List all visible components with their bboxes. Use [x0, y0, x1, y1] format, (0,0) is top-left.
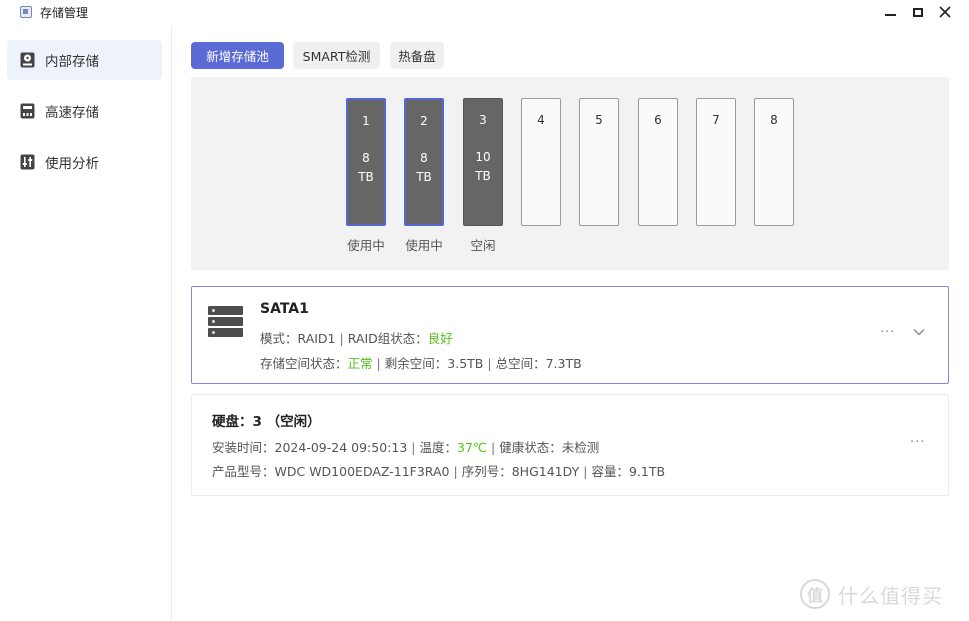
bay-capacity: 10: [475, 150, 491, 164]
pool-space-row: 存储空间状态：正常 | 剩余空间：3.5TB | 总空间：7.3TB: [260, 356, 582, 371]
bay-unit: TB: [475, 169, 491, 183]
bay-unit: TB: [416, 170, 432, 184]
drive-bay-8[interactable]: 8: [754, 98, 794, 226]
bay-capacity: 8: [420, 151, 428, 165]
health-label: 健康状态：: [499, 440, 562, 455]
watermark: 值 什么值得买: [800, 578, 943, 610]
bay-number: 4: [537, 113, 545, 127]
chevron-down-icon[interactable]: [912, 325, 926, 339]
bay-number: 2: [420, 114, 428, 128]
space-status-label: 存储空间状态：: [260, 356, 348, 371]
hot-spare-button[interactable]: 热备盘: [390, 42, 444, 69]
sidebar: 内部存储 高速存储 使用分析: [0, 26, 172, 621]
temperature: 37℃: [457, 440, 487, 455]
minimize-icon: [884, 14, 896, 16]
sidebar-item-fast-storage[interactable]: 高速存储: [7, 91, 162, 131]
bay-number: 3: [479, 113, 487, 127]
raid-status: 良好: [427, 331, 453, 346]
storage-pool-card[interactable]: SATA1 模式：RAID1 | RAID组状态：良好 存储空间状态：正常 | 剩余空间…: [191, 286, 949, 384]
sidebar-item-label: 内部存储: [45, 54, 99, 70]
bay-status-label: 使用中: [405, 238, 443, 253]
total-space: 7.3TB: [545, 356, 582, 371]
server-stack-icon: [208, 306, 243, 338]
pool-mode: RAID1: [297, 331, 336, 346]
disk-model-row: 产品型号：WDC WD100EDAZ-11F3RA0 | 序列号：8HG141DY |…: [212, 464, 666, 479]
drive-bay-2[interactable]: 2 8 TB: [404, 98, 444, 226]
disk-title: 硬盘：3 （空闲）: [212, 414, 321, 430]
temperature-label: 温度：: [419, 440, 458, 455]
more-icon[interactable]: ···: [880, 325, 895, 340]
disk-serial: 8HG141DY: [511, 464, 580, 479]
serial-label: 序列号：: [461, 464, 512, 479]
bay-capacity: 8: [362, 151, 370, 165]
app-icon: [20, 6, 32, 18]
bay-status-label: 空闲: [470, 238, 496, 253]
mode-label: 模式：: [260, 331, 298, 346]
total-space-label: 总空间：: [495, 356, 546, 371]
window-title: 存储管理: [40, 6, 89, 20]
sidebar-item-usage-analysis[interactable]: 使用分析: [7, 142, 162, 182]
free-space-label: 剩余空间：: [384, 356, 448, 371]
drive-bay-1[interactable]: 1 8 TB: [346, 98, 386, 226]
watermark-logo: 值: [800, 579, 830, 609]
bay-number: 6: [654, 113, 662, 127]
hdd-icon: [20, 52, 35, 68]
space-status: 正常: [347, 356, 373, 371]
disk-model: WDC WD100EDAZ-11F3RA0: [274, 464, 450, 479]
disk-info-card: 硬盘：3 （空闲） 安装时间：2024-09-24 09:50:13 | 温度：37…: [191, 394, 949, 496]
capacity-label: 容量：: [591, 464, 629, 479]
pool-name: SATA1: [260, 301, 309, 317]
drive-bay-6[interactable]: 6: [638, 98, 678, 226]
drive-bay-panel: 1 8 TB 使用中 2 8 TB 使用中 3 10 TB 空闲 4 5 6 7 8: [191, 77, 949, 270]
health-status: 未检测: [561, 440, 600, 455]
title-bar: 存储管理: [0, 0, 969, 26]
install-time: 2024-09-24 09:50:13: [274, 440, 408, 455]
drive-bay-3[interactable]: 3 10 TB: [463, 98, 503, 226]
install-time-label: 安装时间：: [212, 440, 275, 455]
minimize-button[interactable]: [879, 2, 901, 22]
maximize-icon: [913, 7, 923, 17]
bay-status-label: 使用中: [347, 238, 385, 253]
drive-bay-4[interactable]: 4: [521, 98, 561, 226]
raid-status-label: RAID组状态：: [347, 331, 428, 346]
watermark-text: 什么值得买: [838, 583, 943, 608]
disk-status-row: 安装时间：2024-09-24 09:50:13 | 温度：37℃ | 健康状态：未检测: [212, 440, 600, 455]
sliders-icon: [20, 154, 35, 170]
drive-bay-7[interactable]: 7: [696, 98, 736, 226]
close-icon: [939, 6, 951, 18]
bay-number: 7: [712, 113, 720, 127]
pool-mode-row: 模式：RAID1 | RAID组状态：良好: [260, 331, 453, 346]
bay-unit: TB: [358, 170, 374, 184]
drive-bay-5[interactable]: 5: [579, 98, 619, 226]
close-button[interactable]: [934, 2, 956, 22]
smart-check-button[interactable]: SMART检测: [293, 42, 380, 69]
new-pool-button[interactable]: 新增存储池: [191, 42, 284, 69]
disk-capacity: 9.1TB: [628, 464, 666, 479]
model-label: 产品型号：: [212, 464, 275, 479]
sidebar-item-internal-storage[interactable]: 内部存储: [7, 40, 162, 80]
sidebar-item-label: 使用分析: [45, 156, 99, 172]
more-icon[interactable]: ···: [910, 435, 925, 450]
free-space: 3.5TB: [447, 356, 484, 371]
bay-number: 1: [362, 114, 370, 128]
bay-number: 8: [770, 113, 778, 127]
bay-number: 5: [595, 113, 603, 127]
m2-icon: [20, 103, 35, 119]
maximize-button[interactable]: [907, 2, 929, 22]
sidebar-item-label: 高速存储: [45, 105, 99, 121]
